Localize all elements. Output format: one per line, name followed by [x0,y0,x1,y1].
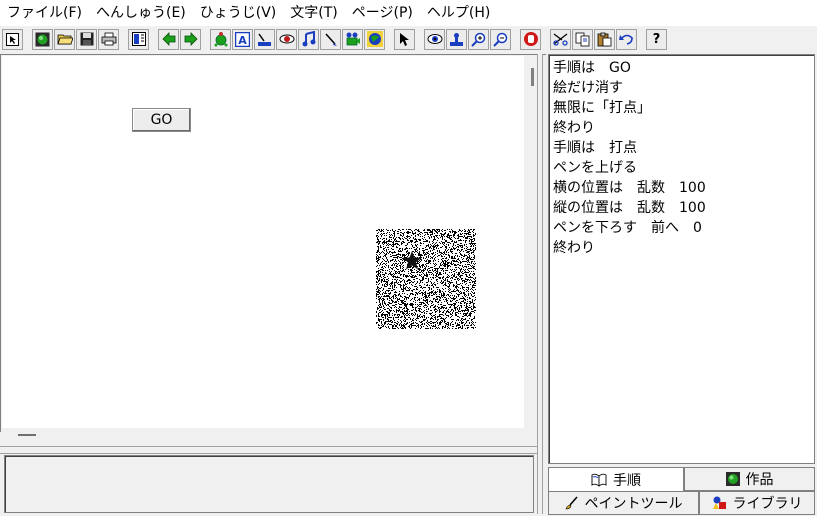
svg-text:A: A [238,34,247,47]
cut-icon[interactable] [550,28,571,50]
zoom-in-icon[interactable] [468,28,489,50]
menu-view[interactable]: ひょうじ(V) [195,0,286,26]
eye-button-icon[interactable] [276,28,297,50]
globe-icon[interactable] [364,28,385,50]
tab-paint-tool-label: ペイントツール [584,496,683,512]
code-line: 終わり [553,240,595,256]
vertical-splitter[interactable] [537,54,543,514]
stop-hand-icon[interactable] [520,28,541,50]
tab-library-label: ライブラリ [732,496,803,512]
book-icon [591,473,607,487]
save-icon[interactable] [76,28,97,50]
collapse-dash-icon[interactable] [18,434,36,436]
pointer-icon[interactable] [394,28,415,50]
turtle-tool-icon[interactable] [210,28,231,50]
toolbar: A ? [0,26,817,52]
print-icon[interactable] [98,28,119,50]
copy-icon[interactable] [572,28,593,50]
open-folder-icon[interactable] [54,28,75,50]
turtle-icon[interactable] [401,250,423,272]
next-page-icon[interactable] [180,28,201,50]
tab-works[interactable]: 作品 [684,467,815,491]
pen-tool-icon[interactable] [320,28,341,50]
movie-icon[interactable] [342,28,363,50]
go-button[interactable]: GO [132,108,191,132]
turtle-canvas[interactable]: GO [2,56,524,428]
horizontal-splitter[interactable] [0,446,537,454]
help-icon[interactable]: ? [646,28,667,50]
tab-works-label: 作品 [745,472,774,488]
procedure-editor[interactable]: 手順は GO 絵だけ消す 無限に「打点」 終わり 手順は 打点 ペンを上げる 横… [548,54,815,464]
shapes-icon [712,496,727,510]
menu-help[interactable]: ヘルプ(H) [422,0,499,26]
undo-icon[interactable] [616,28,637,50]
menu-page[interactable]: ページ(P) [347,0,422,26]
text-box-icon[interactable]: A [232,28,253,50]
code-line: 手順は GO [553,60,631,76]
slider-tool-icon[interactable] [254,28,275,50]
paintbrush-icon [565,496,579,510]
works-globe-icon [725,472,740,486]
scroll-thumb[interactable] [531,68,534,86]
select-mode-icon[interactable] [2,28,23,50]
page-list-icon[interactable] [128,28,149,50]
zoom-out-icon[interactable] [490,28,511,50]
code-line: ペンを下ろす 前へ 0 [553,220,702,236]
code-line: 手順は 打点 [553,140,637,156]
tab-procedure[interactable]: 手順 [548,467,684,491]
dot-noise-square [376,229,476,329]
menu-file[interactable]: ファイル(F) [2,0,91,26]
tab-paint-tool[interactable]: ペイントツール [548,491,699,515]
code-line: 縦の位置は 乱数 100 [553,200,706,216]
previous-page-icon[interactable] [158,28,179,50]
stamp-icon[interactable] [446,28,467,50]
code-line: 横の位置は 乱数 100 [553,180,706,196]
new-world-icon[interactable] [32,28,53,50]
code-line: 終わり [553,120,595,136]
code-line: ペンを上げる [553,160,637,176]
code-line: 無限に「打点」 [553,100,651,116]
tab-procedure-label: 手順 [613,472,641,489]
panel-tabs: 手順 作品 ペイントツール ライブラリ [546,465,817,516]
code-line: 絵だけ消す [553,80,623,96]
paste-icon[interactable] [594,28,615,50]
tab-library[interactable]: ライブラリ [699,491,815,515]
music-icon[interactable] [298,28,319,50]
help-icon-label: ? [652,31,661,47]
menu-edit[interactable]: へんしゅう(E) [91,0,195,26]
menu-text[interactable]: 文字(T) [285,0,346,26]
menu-bar: ファイル(F) へんしゅう(E) ひょうじ(V) 文字(T) ページ(P) ヘル… [0,0,817,26]
message-area[interactable] [4,455,534,513]
view-eye-icon[interactable] [424,28,445,50]
canvas-frame: GO [0,54,546,432]
